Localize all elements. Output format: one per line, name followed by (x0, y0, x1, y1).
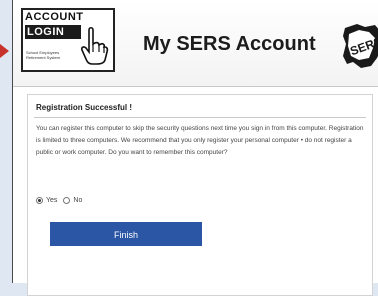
registration-message: You can register this computer to skip t… (36, 125, 364, 156)
site-header: ACCOUNT LOGIN School Employees Retiremen… (13, 0, 378, 87)
yes-radio[interactable] (36, 197, 43, 204)
pointer-hand-icon (81, 26, 109, 65)
pointer-arrow-icon (0, 44, 9, 58)
ohio-state-seal-icon: SERS (343, 24, 378, 68)
yes-label: Yes (46, 197, 58, 204)
registration-heading: Registration Successful ! (36, 103, 133, 112)
account-login-logo: ACCOUNT LOGIN School Employees Retiremen… (21, 8, 115, 72)
registration-panel: Registration Successful ! You can regist… (27, 94, 373, 296)
no-label: No (73, 197, 83, 204)
remember-computer-options: Yes No (36, 197, 82, 204)
browser-frame: ACCOUNT LOGIN School Employees Retiremen… (12, 0, 378, 296)
logo-subtext: School Employees Retirement System (26, 50, 61, 60)
no-radio[interactable] (63, 197, 71, 204)
logo-line1: ACCOUNT (25, 11, 84, 23)
logo-line2: LOGIN (25, 25, 81, 39)
no-option[interactable]: No (63, 197, 82, 204)
yes-option[interactable]: Yes (36, 197, 57, 204)
page-title: My SERS Account (143, 33, 316, 55)
divider (34, 117, 366, 118)
finish-button[interactable]: Finish (50, 222, 202, 246)
